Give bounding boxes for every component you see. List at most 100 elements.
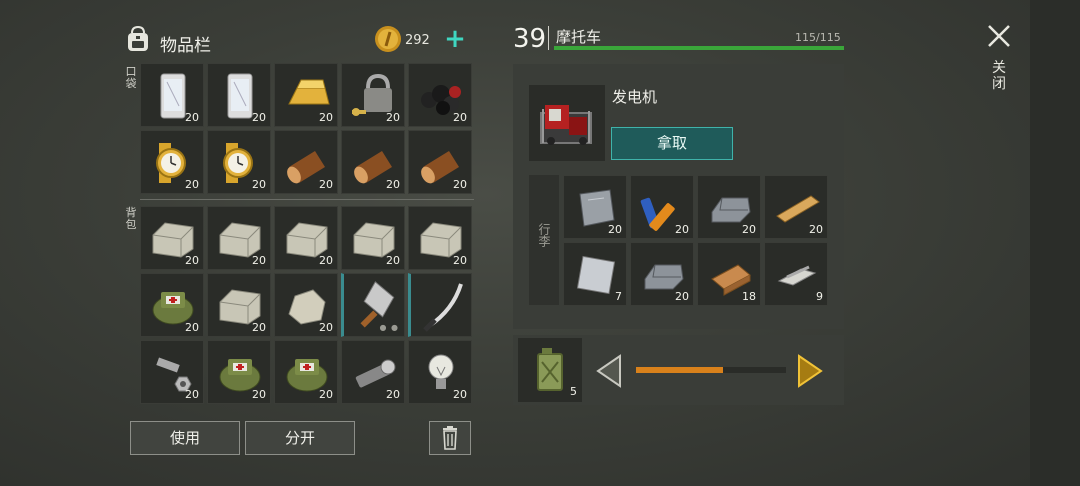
grid-row: 20 20 20 20 20 bbox=[140, 340, 474, 404]
item-quantity: 20 bbox=[252, 254, 266, 267]
item-quantity: 20 bbox=[386, 388, 400, 401]
right-edge-strip bbox=[1030, 0, 1080, 486]
item-slot[interactable]: 20 bbox=[341, 340, 405, 404]
backpack-grid: 20 20 20 20 20 20 20 20 ● ● 20 20 20 20 20 bbox=[140, 206, 474, 407]
item-slot[interactable]: 20 bbox=[408, 130, 472, 194]
katana-icon bbox=[423, 283, 463, 332]
item-slot[interactable]: 20 bbox=[408, 340, 472, 404]
decrease-button[interactable] bbox=[594, 354, 624, 388]
item-slot[interactable]: 20 bbox=[140, 206, 204, 270]
item-quantity: 20 bbox=[319, 388, 333, 401]
item-quantity: 20 bbox=[185, 321, 199, 334]
item-slot[interactable]: 20 bbox=[341, 63, 405, 127]
item-quantity: 20 bbox=[608, 223, 622, 236]
grid-row: 20 20 20 20 20 bbox=[140, 63, 474, 127]
add-coins-button[interactable]: + bbox=[443, 26, 467, 52]
item-slot[interactable]: 9 bbox=[764, 242, 828, 306]
item-quantity: 20 bbox=[252, 178, 266, 191]
arrow-left-icon bbox=[596, 354, 621, 388]
item-slot[interactable]: ● ● bbox=[341, 273, 405, 337]
backpack-icon bbox=[128, 25, 148, 51]
item-slot[interactable]: 20 bbox=[207, 340, 271, 404]
item-slot[interactable]: 20 bbox=[341, 206, 405, 270]
item-quantity: 20 bbox=[386, 254, 400, 267]
item-quantity: 20 bbox=[675, 290, 689, 303]
item-quantity: 20 bbox=[453, 111, 467, 124]
item-slot[interactable] bbox=[408, 273, 472, 337]
grid-row: 20 20 20 ● ● bbox=[140, 273, 474, 337]
close-icon bbox=[988, 25, 1010, 47]
item-slot[interactable]: 20 bbox=[563, 175, 627, 239]
item-slot[interactable]: 18 bbox=[697, 242, 761, 306]
backpack-label: 背包 bbox=[125, 206, 137, 231]
generator-slot[interactable] bbox=[529, 85, 605, 161]
header-separator bbox=[548, 26, 549, 50]
pocket-label: 口袋 bbox=[125, 65, 137, 90]
container-capacity: 115/115 bbox=[795, 31, 841, 44]
item-quantity: 20 bbox=[809, 223, 823, 236]
item-slot[interactable]: 20 bbox=[140, 130, 204, 194]
fuel-quantity: 5 bbox=[570, 385, 577, 398]
item-slot[interactable]: 20 bbox=[207, 63, 271, 127]
durability-dots: ● ● bbox=[379, 323, 399, 332]
item-slot[interactable]: 20 bbox=[274, 130, 338, 194]
increase-button[interactable] bbox=[795, 354, 825, 388]
item-slot[interactable]: 20 bbox=[274, 206, 338, 270]
grid-row: 20 20 20 20 20 bbox=[140, 206, 474, 270]
item-slot[interactable]: 20 bbox=[274, 273, 338, 337]
item-quantity: 9 bbox=[816, 290, 823, 303]
fuel-slider[interactable] bbox=[636, 367, 786, 373]
item-slot[interactable]: 20 bbox=[140, 63, 204, 127]
item-slot[interactable]: 20 bbox=[274, 340, 338, 404]
item-quantity: 20 bbox=[675, 223, 689, 236]
plus-icon: + bbox=[444, 24, 466, 54]
item-quantity: 20 bbox=[252, 321, 266, 334]
item-slot[interactable]: 20 bbox=[207, 130, 271, 194]
item-quantity: 20 bbox=[185, 178, 199, 191]
item-slot[interactable]: 20 bbox=[207, 273, 271, 337]
item-slot[interactable]: 20 bbox=[764, 175, 828, 239]
use-button[interactable]: 使用 bbox=[130, 421, 240, 455]
cargo-label-text: 行李 bbox=[537, 223, 551, 247]
inventory-title: 物品栏 bbox=[160, 36, 211, 56]
item-quantity: 20 bbox=[453, 178, 467, 191]
item-quantity: 20 bbox=[386, 111, 400, 124]
trash-icon bbox=[443, 426, 457, 450]
item-slot[interactable]: 20 bbox=[408, 206, 472, 270]
split-button[interactable]: 分开 bbox=[245, 421, 355, 455]
capacity-bar-fill bbox=[554, 46, 844, 50]
item-slot[interactable]: 20 bbox=[274, 63, 338, 127]
generator-icon bbox=[540, 105, 592, 145]
close-button[interactable] bbox=[985, 22, 1013, 50]
item-slot[interactable]: 20 bbox=[408, 63, 472, 127]
item-slot[interactable]: 20 bbox=[140, 273, 204, 337]
item-slot[interactable]: 20 bbox=[341, 130, 405, 194]
container-level: 39 bbox=[513, 24, 547, 54]
item-slot[interactable]: 20 bbox=[630, 242, 694, 306]
item-quantity: 20 bbox=[185, 254, 199, 267]
pocket-grid: 20 20 20 20 20 20 20 20 20 20 bbox=[140, 63, 474, 197]
inventory-header: 物品栏 292 + bbox=[123, 22, 473, 56]
grid-row: 20 20 20 20 20 bbox=[140, 130, 474, 194]
item-slot[interactable]: 20 bbox=[630, 175, 694, 239]
item-slot[interactable]: 7 bbox=[563, 242, 627, 306]
coin-count: 292 bbox=[405, 33, 430, 48]
trash-button[interactable] bbox=[429, 421, 471, 455]
item-slot[interactable]: 20 bbox=[207, 206, 271, 270]
fuel-slider-fill bbox=[636, 367, 723, 373]
item-quantity: 20 bbox=[185, 111, 199, 124]
cargo-label: 行李 bbox=[529, 175, 559, 305]
item-quantity: 20 bbox=[319, 178, 333, 191]
grid-row: 7 20 18 9 bbox=[563, 242, 828, 306]
selected-item-name: 发电机 bbox=[612, 88, 658, 106]
take-button[interactable]: 拿取 bbox=[611, 127, 733, 160]
item-quantity: 20 bbox=[742, 223, 756, 236]
item-quantity: 20 bbox=[252, 111, 266, 124]
item-quantity: 18 bbox=[742, 290, 756, 303]
item-slot[interactable]: 20 bbox=[140, 340, 204, 404]
coin-icon bbox=[375, 26, 401, 52]
item-quantity: 20 bbox=[185, 388, 199, 401]
item-quantity: 20 bbox=[319, 321, 333, 334]
item-slot[interactable]: 20 bbox=[697, 175, 761, 239]
item-quantity: 20 bbox=[319, 254, 333, 267]
